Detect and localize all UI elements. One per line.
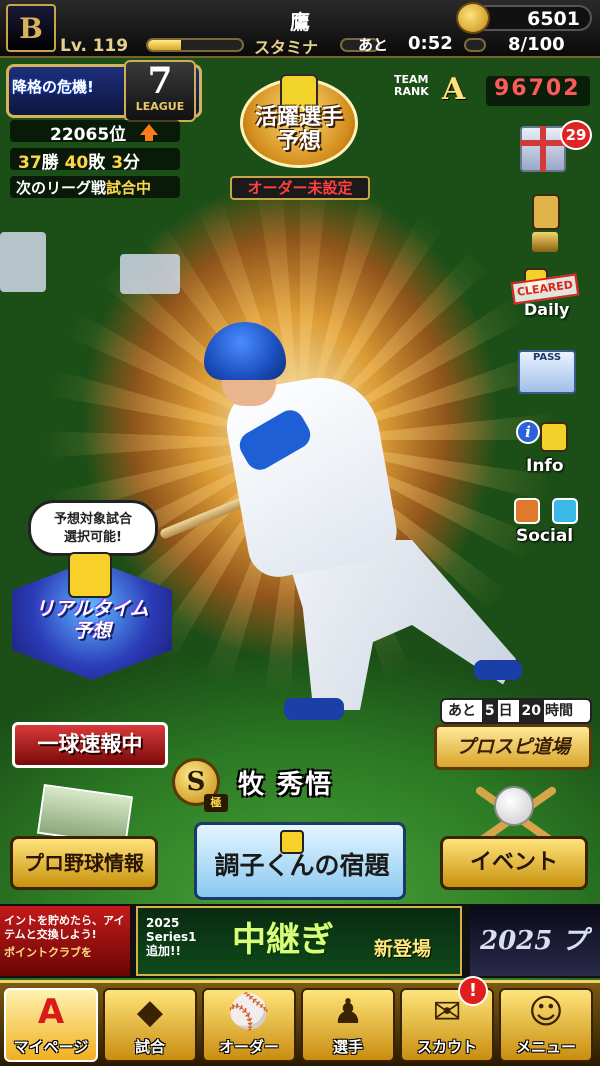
realtime-callout: 予想対象試合 選択可能! [28,500,158,556]
player-shoe [284,698,344,720]
daily-label[interactable]: Daily [524,300,569,319]
rank-up-arrow-stem [145,134,153,141]
coin-value: 6501 [527,8,580,30]
order-status[interactable]: オーダー未設定 [230,176,370,200]
info-label[interactable]: Info [526,456,564,476]
realtime-title: リアルタイム 予想 [35,598,149,642]
banner-title: 中継ぎ [232,920,334,960]
stadium-icon: ◆ [136,992,164,1032]
nav-label: 試合 [134,1038,165,1056]
order-icon: ⚾ [227,992,271,1032]
trophy-base [532,232,558,252]
event-button[interactable]: イベント [440,836,588,890]
league-badge[interactable]: 7 LEAGUE [124,60,196,122]
homework-label: 調子くんの宿題 [214,851,390,880]
stamina-bar [146,38,244,52]
team-rank-value: 96702 [494,76,581,101]
social-icon-right [552,498,578,524]
banner-subtitle: 新登場 [374,938,432,960]
team-name: 鷹 [290,10,310,34]
player-name: 牧 秀悟 [238,770,334,800]
gift-ribbon [540,126,546,172]
timer-prefix: あと [358,36,389,54]
player-figure [158,310,526,730]
player-icon: ♟ [332,992,364,1032]
mypage-icon: A [37,992,65,1032]
dojo-time-remaining: あと 5日 20 時間 [440,698,592,724]
banner-series-label: 2025 Series1 追加!! [146,916,197,958]
team-rank-label: TEAM RANK [394,73,429,98]
stamina-count-bar [464,38,486,52]
stadium-light-mid [120,254,180,294]
league-rank: 22065位 [50,125,127,145]
dojo-button[interactable]: プロスピ道場 [434,724,592,770]
prediction-title: 活躍選手 予想 [254,105,343,154]
info-mascot-icon [540,422,568,452]
nav-label: 選手 [332,1038,363,1056]
stamina-label: スタミナ [254,38,319,57]
banner-point-club[interactable]: イントを貯めたら、アイテムと交換しよう! ポイントクラブを [0,906,130,976]
stamina-count: 8/100 [508,34,565,55]
baseball-icon [494,786,534,826]
coin-icon [456,2,490,34]
gift-count-badge: 29 [560,120,592,150]
league-record: 37勝 40敗 3分 [18,153,141,173]
menu-icon: ☺ [528,992,564,1032]
pro-baseball-info-button[interactable]: プロ野球情報 [10,836,158,890]
gift-ribbon [520,140,566,146]
scout-alert-badge: ! [458,976,488,1006]
team-rank-grade: A [442,72,466,107]
banner-next[interactable]: 2025 プ [470,906,600,976]
mascot-face-icon [68,552,112,598]
nav-label: マイページ [13,1038,89,1056]
pass-card-icon[interactable]: PASS [518,350,576,394]
live-news-button[interactable]: 一球速報中 [12,722,168,768]
league-word: LEAGUE [135,100,185,113]
demotion-warning: 降格の危機! [12,78,94,96]
player-rank-sub: 極 [204,794,228,812]
nav-label: メニュー [515,1038,576,1056]
stadium-light-left [0,232,46,292]
next-league-status: 次のリーグ戦試合中 [16,179,152,197]
player-shoe [474,660,522,680]
player-level: Lv. 119 [60,36,129,56]
nav-label: オーダー [218,1038,279,1056]
stamina-timer: 0:52 [408,33,453,54]
nav-label: スカウト [416,1038,477,1056]
player-helmet [204,322,286,380]
league-number: 7 [147,60,173,102]
team-logo[interactable]: B [6,4,56,52]
trophy-mascot-icon[interactable] [532,194,560,230]
